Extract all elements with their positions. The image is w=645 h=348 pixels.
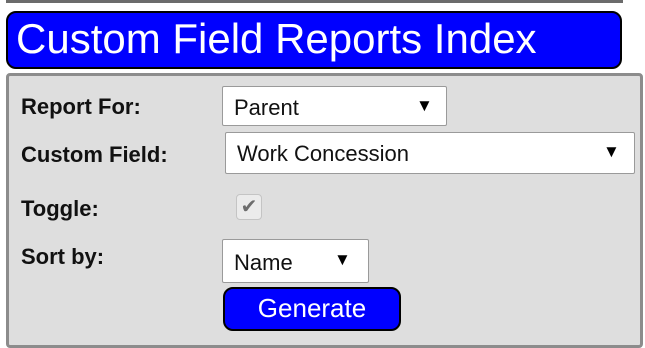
checkmark-icon: ✔ bbox=[240, 196, 258, 218]
report-for-selected-value: Parent bbox=[234, 95, 299, 120]
report-for-select[interactable]: Parent ▼ bbox=[222, 86, 447, 126]
dropdown-arrow-icon: ▼ bbox=[416, 96, 433, 115]
dropdown-arrow-icon: ▼ bbox=[603, 142, 620, 161]
toggle-label: Toggle: bbox=[21, 196, 99, 221]
dropdown-arrow-icon: ▼ bbox=[334, 250, 351, 269]
report-for-label: Report For: bbox=[21, 94, 141, 119]
sort-by-selected-value: Name bbox=[234, 250, 293, 275]
sort-by-label: Sort by: bbox=[21, 244, 105, 269]
sort-by-select[interactable]: Name ▼ bbox=[222, 239, 369, 283]
custom-field-select[interactable]: Work Concession ▼ bbox=[225, 132, 635, 174]
generate-button[interactable]: Generate bbox=[223, 287, 401, 331]
report-options-panel: Report For: Parent ▼ Custom Field: Work … bbox=[6, 73, 643, 348]
top-divider bbox=[6, 0, 623, 3]
custom-field-selected-value: Work Concession bbox=[237, 141, 409, 166]
toggle-checkbox[interactable]: ✔ bbox=[236, 194, 262, 220]
custom-field-label: Custom Field: bbox=[21, 142, 168, 167]
page-title: Custom Field Reports Index bbox=[6, 11, 622, 69]
